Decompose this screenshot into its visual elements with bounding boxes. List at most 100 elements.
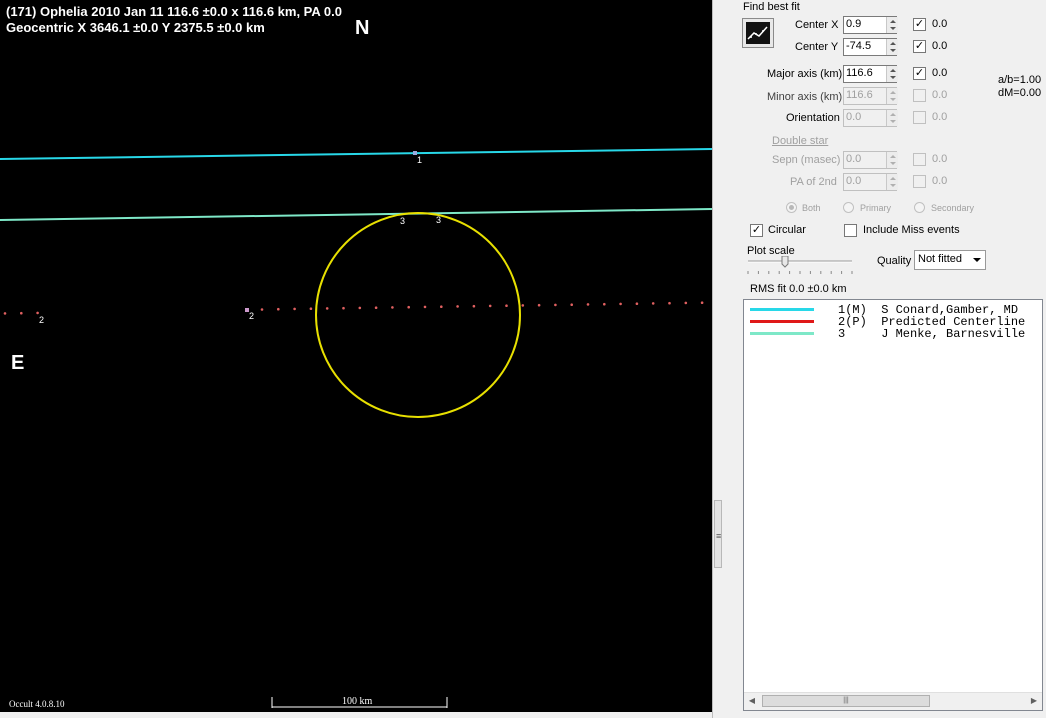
- plot-scale-slider[interactable]: [746, 256, 854, 278]
- major-axis-fit-checkbox[interactable]: ✓: [913, 67, 926, 80]
- orientation-fit-checkbox[interactable]: [913, 111, 926, 124]
- asteroid-outline-ellipse: [315, 212, 521, 418]
- dm-value: dM=0.00: [998, 87, 1042, 99]
- chord-2-dot: [440, 305, 443, 309]
- center-y-input[interactable]: -74.5: [843, 38, 898, 56]
- spinner-icon[interactable]: [886, 17, 898, 33]
- pa2-label: PA of 2nd: [790, 176, 837, 188]
- spinner-icon[interactable]: [886, 110, 898, 126]
- sepn-input[interactable]: 0.0: [843, 151, 898, 169]
- spinner-icon[interactable]: [886, 66, 898, 82]
- panel-splitter[interactable]: [712, 0, 737, 718]
- chord-2-dot: [20, 311, 23, 315]
- chord-2-dot: [325, 307, 329, 310]
- minor-axis-value: 116.6: [846, 89, 873, 101]
- center-y-fit-value: 0.0: [932, 40, 948, 52]
- include-miss-checkbox[interactable]: [844, 224, 857, 237]
- rms-fit: RMS fit 0.0 ±0.0 km: [750, 283, 847, 295]
- pa2-input[interactable]: 0.0: [843, 173, 898, 191]
- chord-2-dot: [684, 301, 688, 305]
- chord-2-dots: [3, 301, 704, 315]
- center-x-fit-value: 0.0: [932, 18, 948, 30]
- radio-secondary[interactable]: [914, 202, 925, 213]
- chord-2-dot: [342, 306, 345, 310]
- chord-2-dot: [521, 304, 525, 307]
- splitter-grip[interactable]: ≡: [714, 500, 722, 568]
- chord-2-dot: [570, 303, 573, 307]
- quality-value: Not fitted: [918, 253, 963, 265]
- fit-chart-icon: [746, 22, 770, 44]
- pa2-value: 0.0: [846, 175, 862, 187]
- quality-dropdown[interactable]: Not fitted: [914, 250, 986, 270]
- chord-2-dot: [260, 308, 264, 311]
- scroll-right-icon[interactable]: ▶: [1026, 693, 1042, 709]
- legend-swatch: [750, 308, 814, 311]
- radio-primary-label: Primary: [860, 203, 891, 213]
- chord-2-dot: [293, 307, 296, 311]
- chord-2-dot: [488, 304, 492, 308]
- double-star-link[interactable]: Double star: [772, 135, 828, 147]
- north-label: N: [355, 17, 370, 39]
- spinner-icon[interactable]: [886, 174, 898, 190]
- radio-primary[interactable]: [843, 202, 854, 213]
- ab-ratio: a/b=1.00: [998, 74, 1042, 86]
- observer-legend-list[interactable]: 1(M) S Conard,Gamber, MD 2(P) Predicted …: [743, 299, 1043, 711]
- chord-2-dot: [277, 307, 280, 311]
- chord-2-dot: [358, 306, 362, 310]
- east-label: E: [11, 352, 25, 374]
- circular-label: Circular: [768, 224, 806, 236]
- orientation-input[interactable]: 0.0: [843, 109, 898, 127]
- minor-axis-fit-checkbox[interactable]: [913, 89, 926, 102]
- fit-control-panel: Find best fit Center X 0.9 ✓ 0.0 Center …: [736, 0, 1046, 718]
- chord-3-line: [0, 208, 712, 221]
- plot-title-line1: (171) Ophelia 2010 Jan 11 116.6 ±0.0 x 1…: [6, 4, 342, 19]
- chord-2-dot: [505, 304, 508, 308]
- scrollbar-thumb[interactable]: |||: [762, 695, 930, 707]
- scale-bar-label: 100 km: [342, 696, 373, 707]
- chord-2-dot: [374, 306, 378, 310]
- spinner-icon[interactable]: [886, 39, 898, 55]
- chord-2-dot: [537, 303, 541, 307]
- chord-3-label-right: 3: [436, 215, 442, 225]
- chord-2-dot: [619, 302, 622, 306]
- minor-axis-input[interactable]: 116.6: [843, 87, 898, 105]
- center-y-label: Center Y: [795, 41, 839, 53]
- version-label: Occult 4.0.8.10: [9, 699, 65, 709]
- spinner-icon[interactable]: [886, 88, 898, 104]
- chord-2-label-mid: 2: [249, 311, 255, 321]
- chord-3-label-left: 3: [400, 216, 406, 226]
- center-y-value: -74.5: [846, 40, 872, 52]
- find-best-fit-label: Find best fit: [743, 1, 800, 13]
- sepn-label: Sepn (masec): [772, 154, 841, 166]
- major-axis-label: Major axis (km): [767, 68, 843, 80]
- chord-2-dot: [668, 301, 671, 305]
- chevron-down-icon: [973, 258, 981, 262]
- circular-checkbox[interactable]: ✓: [750, 224, 763, 237]
- orientation-label: Orientation: [786, 112, 840, 124]
- pa2-fit-checkbox[interactable]: [913, 175, 926, 188]
- legend-text: 3 J Menke, Barnesville: [838, 327, 1026, 341]
- legend-horizontal-scrollbar[interactable]: ◀ ||| ▶: [744, 692, 1042, 710]
- chord-2-dot: [603, 302, 606, 306]
- center-x-value: 0.9: [846, 18, 862, 30]
- minor-axis-label: Minor axis (km): [767, 91, 843, 103]
- chord-2-dot: [554, 303, 557, 307]
- find-best-fit-button[interactable]: [742, 18, 774, 48]
- spinner-icon[interactable]: [886, 152, 898, 168]
- radio-both[interactable]: [786, 202, 797, 213]
- scroll-left-icon[interactable]: ◀: [744, 693, 760, 709]
- occultation-plot[interactable]: (171) Ophelia 2010 Jan 11 116.6 ±0.0 x 1…: [0, 0, 712, 712]
- plot-canvas: [0, 148, 712, 708]
- legend-swatch: [750, 320, 814, 323]
- sepn-fit-checkbox[interactable]: [913, 153, 926, 166]
- center-x-input[interactable]: 0.9: [843, 16, 898, 34]
- center-x-fit-checkbox[interactable]: ✓: [913, 18, 926, 31]
- chord-2-dot: [472, 304, 476, 308]
- major-axis-input[interactable]: 116.6: [843, 65, 898, 83]
- include-miss-label: Include Miss events: [863, 224, 960, 236]
- chord-2-dot: [3, 312, 7, 315]
- legend-swatch: [750, 332, 814, 335]
- center-y-fit-checkbox[interactable]: ✓: [913, 40, 926, 53]
- chord-1-line: [0, 148, 712, 160]
- chord-2-dot: [391, 306, 394, 309]
